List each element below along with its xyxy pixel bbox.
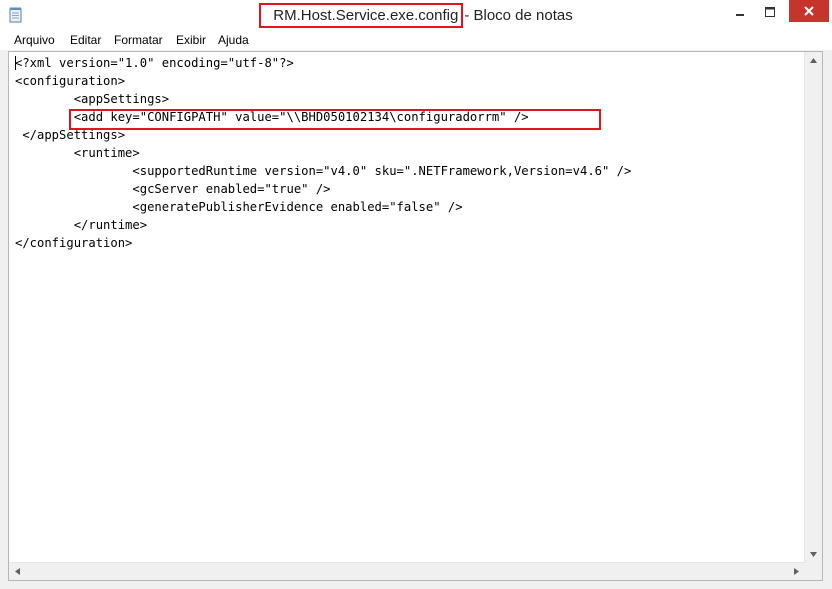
scroll-right-arrow-icon[interactable] xyxy=(788,563,805,580)
notepad-window: RM.Host.Service.exe.config - Bloco de no… xyxy=(0,0,832,589)
code-line-3: <appSettings> xyxy=(15,92,170,106)
code-line-9: <generatePublisherEvidence enabled="fals… xyxy=(15,200,463,214)
menu-ajuda[interactable]: Ajuda xyxy=(217,31,250,50)
close-icon xyxy=(804,6,814,16)
menu-exibir[interactable]: Exibir xyxy=(175,31,207,50)
code-line-2: <configuration> xyxy=(15,74,126,88)
notepad-app-icon[interactable] xyxy=(9,7,23,23)
vertical-scrollbar[interactable] xyxy=(804,52,822,563)
menu-arquivo[interactable]: Arquivo xyxy=(13,31,56,50)
maximize-button[interactable] xyxy=(756,0,783,23)
code-line-11: </configuration> xyxy=(15,236,133,250)
minimize-icon xyxy=(735,13,744,16)
text-area[interactable]: <?xml version="1.0" encoding="utf-8"?> <… xyxy=(9,52,805,563)
maximize-icon xyxy=(764,6,775,17)
text-editor[interactable]: <?xml version="1.0" encoding="utf-8"?> <… xyxy=(8,51,823,581)
horizontal-scrollbar[interactable] xyxy=(9,562,805,580)
code-line-7: <supportedRuntime version="v4.0" sku=".N… xyxy=(15,164,632,178)
title-bar[interactable]: RM.Host.Service.exe.config - Bloco de no… xyxy=(0,0,832,31)
window-title: RM.Host.Service.exe.config - Bloco de no… xyxy=(0,0,832,31)
scroll-up-arrow-icon[interactable] xyxy=(805,52,822,69)
minimize-button[interactable] xyxy=(723,0,756,23)
code-line-1: <?xml version="1.0" encoding="utf-8"?> xyxy=(15,56,294,70)
menu-bar: Arquivo Editar Formatar Exibir Ajuda xyxy=(0,31,832,51)
title-file-name: RM.Host.Service.exe.config xyxy=(259,3,464,28)
menu-formatar[interactable]: Formatar xyxy=(113,31,164,50)
code-line-8: <gcServer enabled="true" /> xyxy=(15,182,331,196)
close-button[interactable] xyxy=(789,0,829,22)
menu-editar[interactable]: Editar xyxy=(69,31,102,50)
configpath-highlight xyxy=(69,109,601,130)
code-line-6: <runtime> xyxy=(15,146,140,160)
scrollbar-corner xyxy=(805,563,822,580)
scroll-left-arrow-icon[interactable] xyxy=(9,563,26,580)
scroll-down-arrow-icon[interactable] xyxy=(805,546,822,563)
code-line-10: </runtime> xyxy=(15,218,148,232)
title-app-name: - Bloco de notas xyxy=(464,7,573,24)
